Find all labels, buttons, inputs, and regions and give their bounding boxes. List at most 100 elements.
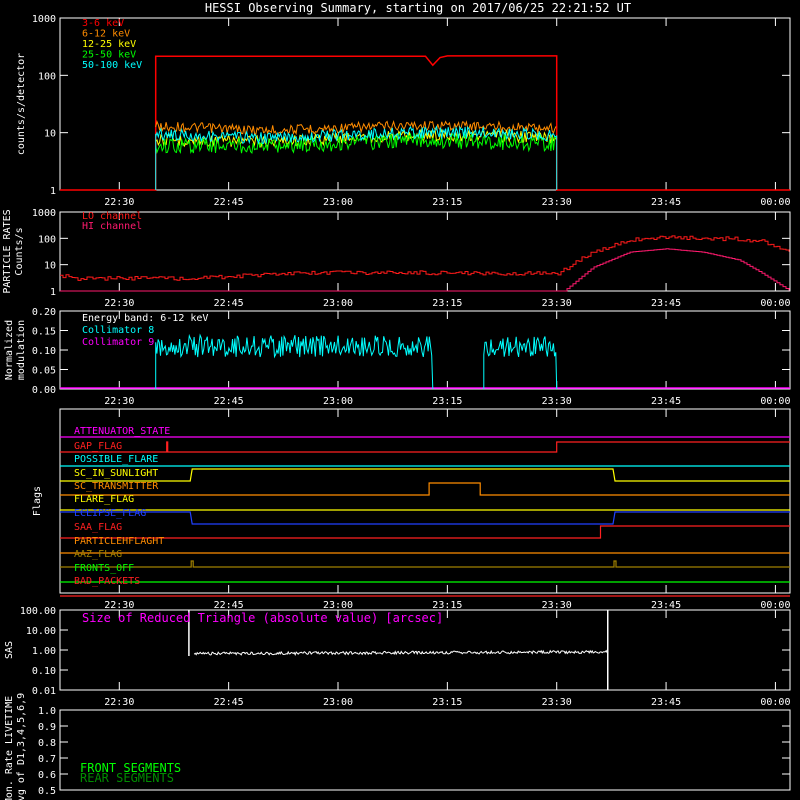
flag-label-aaz-flag: AAZ_FLAG (74, 549, 122, 560)
time-tick-label: 23:45 (651, 600, 681, 611)
flag-label-particlehflaght: PARTICLEHFLAGHT (74, 536, 164, 547)
particle-ytick-label: 100 (38, 234, 56, 245)
time-tick-label: 23:00 (323, 197, 353, 208)
text-layer: 22:30 22:45 23:00 23:15 23:30 23:45 00:00 22:30… (2, 14, 790, 800)
series-collimator-8 (483, 336, 558, 390)
time-tick-label: 00:00 (760, 197, 790, 208)
series-sas-triangle (193, 649, 608, 656)
time-tick-label: 23:45 (651, 697, 681, 708)
time-tick-label: 22:45 (214, 697, 244, 708)
flag-line-aaz-flag (60, 560, 790, 568)
modulation-ylabel: Normalized (4, 320, 15, 380)
sas-ytick-label: 100.00 (20, 606, 56, 617)
livetime-ytick-label: 1.0 (38, 706, 56, 717)
flag-line-saa-flag (60, 525, 790, 539)
time-tick-label: 22:30 (104, 197, 134, 208)
livetime-ytick-label: 0.9 (38, 722, 56, 733)
counts-legend-item: 50-100 keV (82, 60, 142, 71)
particle-ylabel: Counts/s (14, 227, 25, 275)
livetime-ytick-label: 0.8 (38, 738, 56, 749)
hessi-summary-chart: HESSI Observing Summary, starting on 201… (2, 1, 791, 800)
series-collimator-8 (155, 333, 434, 390)
flag-line-eclipse-flag (60, 511, 790, 525)
modulation-legend-item: Energy band: 6-12 keV (82, 313, 208, 324)
livetime-ylabel: Mon. Rate LIVETIME (4, 696, 15, 800)
time-tick-label: 22:45 (214, 298, 244, 309)
time-tick-label: 23:00 (323, 396, 353, 407)
counts-legend-item: 6-12 keV (82, 29, 130, 40)
time-tick-label: 23:00 (323, 298, 353, 309)
modulation-ytick-label: 0.10 (32, 346, 56, 357)
sas-ytick-label: 10.00 (26, 626, 56, 637)
counts-legend-item: 3-6 keV (82, 18, 124, 29)
time-tick-label: 23:45 (651, 197, 681, 208)
flag-label-eclipse-flag: ECLIPSE_FLAG (74, 508, 146, 519)
time-tick-label: 22:45 (214, 600, 244, 611)
time-tick-label: 23:30 (542, 396, 572, 407)
data-layer (60, 55, 790, 690)
time-tick-label: 23:30 (542, 600, 572, 611)
time-tick-label: 22:30 (104, 396, 134, 407)
particle-ylabel: PARTICLE RATES (2, 209, 13, 293)
counts-ytick-label: 10 (44, 129, 56, 140)
flag-line-sc-transmitter (60, 482, 790, 496)
flag-label-bad-packets: BAD_PACKETS (74, 576, 140, 587)
counts-legend-item: 25-50 keV (82, 50, 136, 61)
time-tick-label: 22:30 (104, 697, 134, 708)
counts-ytick-label: 1 (50, 186, 56, 197)
time-tick-label: 22:45 (214, 396, 244, 407)
panel-frame-counts (59, 17, 791, 191)
series-hi-channel (60, 248, 790, 292)
time-tick-label: 22:45 (214, 197, 244, 208)
flag-label-flare-flag: FLARE_FLAG (74, 494, 134, 505)
time-tick-label: 23:15 (432, 197, 462, 208)
time-tick-label: 00:00 (760, 697, 790, 708)
counts-legend-item: 12-25 keV (82, 39, 136, 50)
flag-line-sc-in-sunlight (60, 468, 790, 482)
particle-legend-item: HI channel (82, 221, 142, 232)
time-tick-label: 23:45 (651, 298, 681, 309)
livetime-ytick-label: 0.5 (38, 786, 56, 797)
time-tick-label: 00:00 (760, 298, 790, 309)
livetime-ytick-label: 0.7 (38, 754, 56, 765)
counts-ytick-label: 1000 (32, 14, 56, 25)
time-tick-label: 22:30 (104, 298, 134, 309)
time-tick-label: 23:15 (432, 697, 462, 708)
time-tick-label: 23:30 (542, 298, 572, 309)
sas-ytick-label: 0.10 (32, 666, 56, 677)
livetime-ylabel: avg of D1,3,4,5,6,9 (16, 693, 27, 800)
time-tick-label: 23:00 (323, 697, 353, 708)
series-6-12-keV (155, 119, 557, 136)
livetime-legend-item: REAR SEGMENTS (80, 771, 174, 785)
panel-frame-particle (59, 211, 791, 292)
modulation-ytick-label: 0.15 (32, 327, 56, 338)
time-tick-label: 23:00 (323, 600, 353, 611)
modulation-ytick-label: 0.00 (32, 385, 56, 396)
particle-ytick-label: 1 (50, 287, 56, 298)
time-tick-label: 22:30 (104, 600, 134, 611)
flag-label-attenuator-state: ATTENUATOR_STATE (74, 426, 170, 437)
modulation-ytick-label: 0.20 (32, 307, 56, 318)
particle-ytick-label: 1000 (32, 208, 56, 219)
modulation-legend-item: Collimator 9 (82, 337, 154, 348)
time-tick-label: 23:30 (542, 697, 572, 708)
time-tick-label: 23:15 (432, 600, 462, 611)
flag-label-fronts-off: FRONTS_OFF (74, 563, 134, 574)
sas-legend: Size of Reduced Triangle (absolute value… (82, 611, 443, 625)
flag-label-sc-transmitter: SC_TRANSMITTER (74, 481, 159, 492)
flag-label-saa-flag: SAA_FLAG (74, 522, 122, 533)
time-tick-label: 00:00 (760, 396, 790, 407)
flag-line-gap-flag (60, 441, 790, 453)
modulation-ylabel: modulation (16, 320, 27, 380)
time-tick-label: 23:15 (432, 396, 462, 407)
flags-ylabel: Flags (32, 486, 43, 516)
sas-ytick-label: 1.00 (32, 646, 56, 657)
flag-label-gap-flag: GAP_FLAG (74, 441, 122, 452)
time-tick-label: 00:00 (760, 600, 790, 611)
counts-ylabel: counts/s/detector (16, 53, 27, 155)
time-tick-label: 23:45 (651, 396, 681, 407)
flag-label-possible-flare: POSSIBLE_FLARE (74, 454, 158, 465)
chart-title: HESSI Observing Summary, starting on 201… (205, 1, 631, 15)
flag-label-sc-in-sunlight: SC_IN_SUNLIGHT (74, 468, 158, 479)
livetime-ytick-label: 0.6 (38, 770, 56, 781)
